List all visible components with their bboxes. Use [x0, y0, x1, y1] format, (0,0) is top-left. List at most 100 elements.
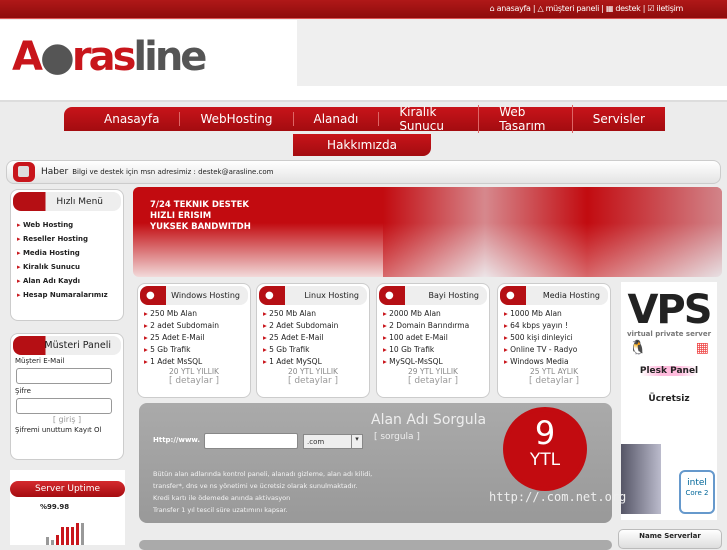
- card-feature: 500 kişi dinleyici: [504, 332, 610, 344]
- http-label: Http://www.: [153, 436, 201, 444]
- card-feature: 5 Gb Trafik: [144, 344, 250, 356]
- tld-select[interactable]: .com ▾: [303, 434, 363, 449]
- home-link[interactable]: ⌂ anasayfa: [490, 4, 531, 13]
- card-title: ● Media Hosting: [500, 286, 608, 305]
- details-link[interactable]: [ detaylar ]: [377, 376, 489, 386]
- menu-reseller-hosting[interactable]: Reseller Hosting: [17, 235, 123, 243]
- uptime-title: Server Uptime: [10, 481, 125, 497]
- card-media-hosting: ● Media Hosting 1000 Mb Alan64 kbps yayın …: [497, 283, 611, 398]
- hero-banner: 7/24 TEKNIK DESTEK HIZLI ERISIM YUKSEK B…: [133, 187, 722, 277]
- menu-kiralik-sunucu[interactable]: Kiralık Sunucu: [17, 263, 123, 271]
- card-feature: 2 Domain Barındırma: [383, 320, 489, 332]
- plesk-panel-label: Plesk Panel: [621, 366, 717, 376]
- news-label: Haber: [41, 167, 69, 177]
- card-title-text: Windows Hosting: [171, 291, 240, 300]
- nav-web-tasarim[interactable]: Web Tasarım: [479, 105, 573, 133]
- card-feature: 250 Mb Alan: [263, 308, 369, 320]
- uptime-chart: [46, 520, 84, 545]
- news-icon: [13, 162, 35, 182]
- domain-desc-line: transfer*, dns ve ns yönetimi ve ücretsi…: [153, 482, 358, 490]
- windows-icon: ▦: [695, 340, 709, 356]
- card-price: 25 YTL AYLIK: [529, 367, 579, 376]
- contact-link[interactable]: ☑ iletişim: [647, 4, 683, 13]
- logo[interactable]: A●rasline: [12, 34, 207, 80]
- card-windows-hosting: ● Windows Hosting 250 Mb Alan2 adet Subdom…: [137, 283, 251, 398]
- card-linux-hosting: ● Linux Hosting 250 Mb Alan2 Adet Subdomai…: [256, 283, 370, 398]
- email-input[interactable]: [16, 368, 112, 384]
- media-icon: ●: [506, 290, 515, 301]
- customer-panel-link[interactable]: △ müşteri paneli: [538, 4, 600, 13]
- price-badge: 9 YTL: [507, 411, 583, 487]
- domain-input[interactable]: [204, 433, 298, 449]
- banner-line: HIZLI ERISIM: [150, 211, 212, 221]
- card-title-text: Linux Hosting: [304, 291, 359, 300]
- card-feature: 1000 Mb Alan: [504, 308, 610, 320]
- domain-search: Alan Adı Sorgula Http://www. .com ▾ [ sor…: [139, 403, 626, 523]
- card-title: ● Windows Hosting: [140, 286, 248, 305]
- password-input[interactable]: [16, 398, 112, 414]
- news-bar: Haber Bilgi ve destek için msn adresimiz…: [6, 160, 721, 184]
- menu-web-hosting[interactable]: Web Hosting: [17, 221, 123, 229]
- server-uptime: Server Uptime %99.98: [10, 470, 125, 545]
- register-link[interactable]: Kayıt Ol: [74, 426, 101, 434]
- support-link[interactable]: ▦ destek: [606, 4, 641, 13]
- vps-title: VPS: [627, 287, 712, 333]
- menu-alan-adi-kaydi[interactable]: Alan Adı Kaydı: [17, 277, 123, 285]
- card-feature: 2 adet Subdomain: [144, 320, 250, 332]
- forgot-password-link[interactable]: Şifremi unuttum: [15, 426, 72, 434]
- card-feature: 10 Gb Trafik: [383, 344, 489, 356]
- card-feature: 25 Adet E-Mail: [144, 332, 250, 344]
- customer-panel-title: Müsteri Paneli: [13, 336, 121, 355]
- world-map-image: [383, 187, 722, 277]
- free-label: Ücretsiz: [648, 394, 690, 404]
- linux-icon: ●: [265, 290, 274, 301]
- password-label: Şifre: [15, 387, 31, 395]
- menu-hesap-numaralari[interactable]: Hesap Numaralarımız: [17, 291, 123, 299]
- card-price: 20 YTL YILLIK: [169, 367, 219, 376]
- nav-servisler[interactable]: Servisler: [573, 112, 665, 126]
- nav-hakkimizda[interactable]: Hakkımızda: [293, 134, 431, 156]
- quick-menu-title: Hızlı Menü: [13, 192, 121, 211]
- details-link[interactable]: [ detaylar ]: [138, 376, 250, 386]
- chevron-down-icon: ▾: [351, 435, 362, 448]
- price-unit: YTL: [529, 450, 561, 470]
- details-link[interactable]: [ detaylar ]: [498, 376, 610, 386]
- card-feature: 100 adet E-Mail: [383, 332, 489, 344]
- card-title-text: Bayi Hosting: [428, 291, 479, 300]
- bottom-panel: [139, 540, 612, 550]
- nav-webhosting[interactable]: WebHosting: [180, 112, 294, 126]
- card-price: 20 YTL YILLIK: [288, 367, 338, 376]
- card-price: 29 YTL YILLIK: [408, 367, 458, 376]
- card-feature: 64 kbps yayın !: [504, 320, 610, 332]
- card-title-text: Media Hosting: [542, 291, 600, 300]
- vps-ad[interactable]: VPS virtual private server 🐧 ▦ Plesk Pane…: [621, 282, 717, 520]
- vps-subtitle: virtual private server: [626, 330, 712, 338]
- reseller-icon: ●: [385, 290, 394, 301]
- banner-line: YUKSEK BANDWITDH: [150, 222, 251, 232]
- banner-line: 7/24 TEKNIK DESTEK: [150, 200, 249, 210]
- search-button[interactable]: [ sorgula ]: [374, 432, 420, 442]
- server-image: [621, 444, 661, 514]
- customer-panel: Müsteri Paneli Müşteri E-Mail Şifre [ gi…: [10, 333, 124, 460]
- domain-desc-line: Transfer 1 yıl tescil süre uzatımını kap…: [153, 506, 288, 514]
- domain-extensions: http://.com.net.org: [489, 490, 627, 504]
- core2-label: Core 2: [685, 489, 709, 497]
- nav-kiralik-sunucu[interactable]: Kiralık Sunucu: [379, 105, 480, 133]
- intel-logo: intel: [687, 478, 707, 488]
- name-servers-title: Name Serverlar: [618, 529, 722, 549]
- login-button[interactable]: [ giriş ]: [11, 415, 123, 424]
- card-title: ● Bayi Hosting: [379, 286, 487, 305]
- domain-desc-line: Kredi kartı ile ödemede anında aktivasyo…: [153, 494, 291, 502]
- menu-media-hosting[interactable]: Media Hosting: [17, 249, 123, 257]
- card-feature: 2000 Mb Alan: [383, 308, 489, 320]
- main-nav: Anasayfa WebHosting Alanadı Kiralık Sunu…: [64, 105, 665, 133]
- price-number: 9: [534, 414, 556, 452]
- top-links: ⌂ anasayfa | △ müşteri paneli | ▦ destek…: [489, 4, 684, 13]
- nav-alanadi[interactable]: Alanadı: [294, 112, 380, 126]
- details-link[interactable]: [ detaylar ]: [257, 376, 369, 386]
- tld-value: .com: [307, 438, 325, 446]
- card-title: ● Linux Hosting: [259, 286, 367, 305]
- nav-anasayfa[interactable]: Anasayfa: [84, 112, 181, 126]
- header-banner-area: [297, 20, 727, 86]
- email-label: Müşteri E-Mail: [15, 357, 65, 365]
